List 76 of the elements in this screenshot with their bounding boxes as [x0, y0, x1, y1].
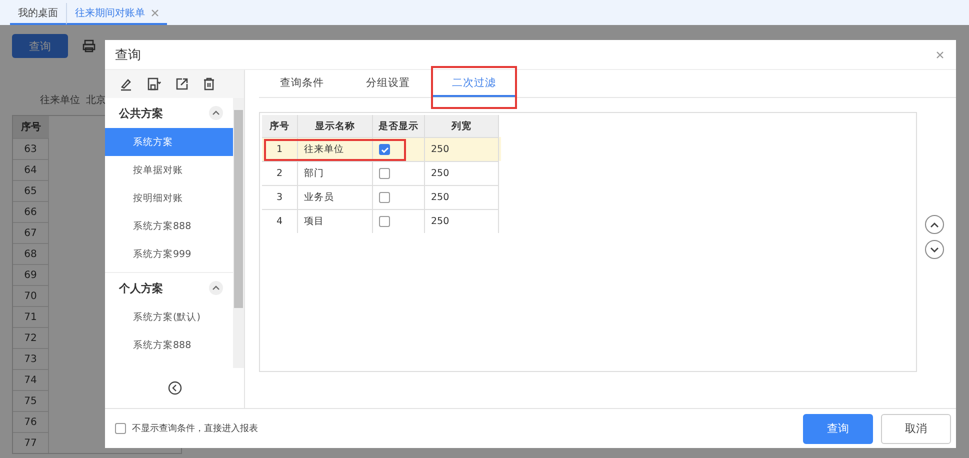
- tab[interactable]: 分组设置: [345, 70, 431, 97]
- scheme-item[interactable]: 系统方案888: [105, 212, 233, 240]
- move-up-button[interactable]: [925, 215, 944, 234]
- printer-icon: [82, 39, 96, 53]
- cancel-button[interactable]: 取消: [881, 414, 951, 444]
- table-row[interactable]: 1 往来单位 250: [262, 137, 501, 161]
- checkbox-label: 不显示查询条件，直接进入报表: [132, 422, 258, 435]
- table-cell: 往来单位: [298, 137, 373, 161]
- checkbox[interactable]: [379, 216, 390, 227]
- column-header: 序号: [13, 116, 49, 138]
- row-number: 67: [13, 222, 49, 243]
- collapse-left-icon[interactable]: [168, 381, 182, 395]
- table-cell: 项目: [298, 209, 373, 233]
- row-number: 77: [13, 432, 49, 453]
- table-cell: 250: [425, 137, 499, 161]
- checkbox[interactable]: [379, 144, 390, 155]
- scheme-item[interactable]: 按单据对账: [105, 156, 233, 184]
- table-row[interactable]: 2 部门 250: [262, 161, 501, 185]
- row-number: 69: [13, 264, 49, 285]
- row-number: 64: [13, 159, 49, 180]
- collapse-icon[interactable]: [209, 281, 223, 295]
- scrollbar[interactable]: [233, 98, 244, 368]
- scheme-item[interactable]: 系统方案(默认): [105, 303, 233, 331]
- checkbox[interactable]: [115, 423, 126, 434]
- row-number: 75: [13, 390, 49, 411]
- table-cell: 业务员: [298, 185, 373, 209]
- scheme-item[interactable]: 系统方案: [105, 128, 233, 156]
- group-title: 个人方案: [119, 280, 163, 296]
- table-cell: 部门: [298, 161, 373, 185]
- close-icon[interactable]: [151, 9, 159, 17]
- tab[interactable]: 查询条件: [259, 70, 345, 97]
- filter-value[interactable]: 北京: [86, 93, 106, 107]
- table-row[interactable]: 3 业务员 250: [262, 185, 501, 209]
- table-cell: 3: [262, 185, 298, 209]
- table-cell: 2: [262, 161, 298, 185]
- row-number: 72: [13, 327, 49, 348]
- scheme-item[interactable]: 系统方案888: [105, 331, 233, 359]
- column-header: 是否显示: [373, 115, 425, 137]
- table-cell: 250: [425, 185, 499, 209]
- checkbox[interactable]: [379, 192, 390, 203]
- table-cell: 250: [425, 209, 499, 233]
- group-title: 公共方案: [119, 106, 163, 120]
- row-number: 65: [13, 180, 49, 201]
- collapse-icon[interactable]: [209, 106, 223, 120]
- dialog-title: 查询: [115, 46, 141, 64]
- row-number: 76: [13, 411, 49, 432]
- scheme-item[interactable]: 系统方案999: [105, 240, 233, 268]
- table-cell: 250: [425, 161, 499, 185]
- row-number: 70: [13, 285, 49, 306]
- query-button[interactable]: 查询: [803, 414, 873, 444]
- column-header: 序号: [262, 115, 298, 137]
- pencil-icon: [119, 77, 133, 91]
- page-tab[interactable]: 往来期间对账单: [66, 3, 167, 25]
- move-down-button[interactable]: [925, 240, 944, 259]
- scheme-item[interactable]: 按明细对账: [105, 184, 233, 212]
- column-header: 显示名称: [298, 115, 373, 137]
- checkbox[interactable]: [379, 168, 390, 179]
- table-cell: 1: [262, 137, 298, 161]
- row-number: 74: [13, 369, 49, 390]
- row-number: 71: [13, 306, 49, 327]
- filter-label: 往来单位: [40, 94, 80, 107]
- tab[interactable]: 二次过滤: [431, 70, 517, 97]
- row-number: 66: [13, 201, 49, 222]
- page-tab[interactable]: 我的桌面: [10, 3, 66, 25]
- row-number: 73: [13, 348, 49, 369]
- column-header: 列宽: [425, 115, 499, 137]
- row-number: 63: [13, 138, 49, 159]
- close-icon[interactable]: [936, 50, 944, 58]
- chevron-down-icon: [930, 246, 939, 252]
- table-cell: 4: [262, 209, 298, 233]
- chevron-up-icon: [930, 222, 939, 228]
- row-number: 68: [13, 243, 49, 264]
- export-icon: [175, 77, 189, 91]
- table-row[interactable]: 4 项目 250: [262, 209, 501, 233]
- trash-icon: [202, 77, 216, 91]
- save-icon: [146, 77, 162, 91]
